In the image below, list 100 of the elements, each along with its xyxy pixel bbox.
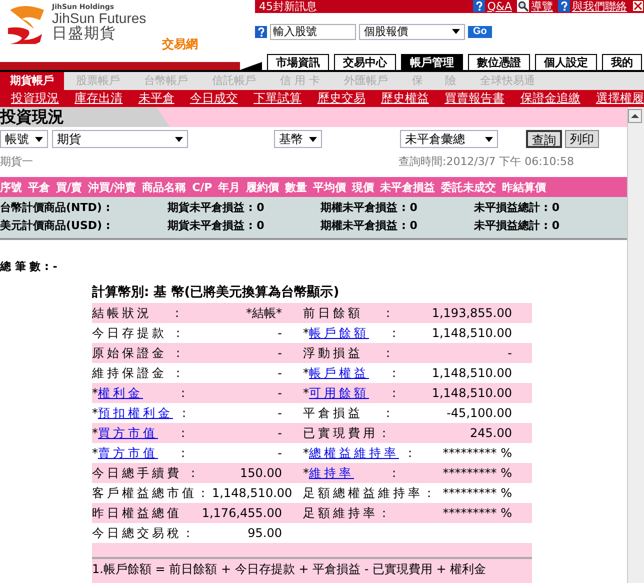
field-value: - bbox=[276, 386, 282, 400]
column-header: 商品名稱 bbox=[142, 180, 186, 194]
colon: : bbox=[180, 426, 186, 440]
column-header: 買/賣 bbox=[56, 180, 82, 194]
field-label: 足額總權益維持率： bbox=[303, 484, 438, 502]
colon: : bbox=[180, 446, 186, 460]
column-header: C/P bbox=[192, 180, 212, 194]
column-header: 沖買/沖賣 bbox=[88, 180, 136, 194]
field-value: *結帳* bbox=[245, 304, 282, 322]
field-value: 95.00 bbox=[246, 526, 282, 540]
account-tab[interactable]: 期貨帳戶 bbox=[0, 72, 64, 90]
colon: : bbox=[384, 306, 392, 320]
nav-tab[interactable]: 個人設定 bbox=[535, 54, 597, 70]
sub-nav-link[interactable]: 保證金追繳 bbox=[520, 90, 580, 107]
field-label: 浮動損益 bbox=[303, 344, 364, 362]
sub-nav-link[interactable]: 買賣報告書 bbox=[444, 90, 505, 107]
nav-tab[interactable]: 交易中心 bbox=[334, 54, 396, 70]
header-link[interactable]: 與我們聯絡 bbox=[572, 0, 627, 13]
column-header: 未平倉損益 bbox=[380, 180, 436, 194]
column-header: 昨結算價 bbox=[502, 180, 546, 194]
field-value: 1,148,510.00 bbox=[430, 366, 512, 380]
asterisk: * bbox=[303, 466, 309, 480]
field-link[interactable]: 帳戶權益 bbox=[309, 364, 383, 382]
field-value: ********* % bbox=[442, 466, 512, 480]
action-button[interactable]: 查詢 bbox=[526, 130, 562, 148]
asterisk: * bbox=[92, 426, 98, 440]
field-value: 1,176,455.00 bbox=[200, 506, 282, 520]
asterisk: * bbox=[92, 446, 98, 460]
nav-tab[interactable]: 我的 bbox=[602, 54, 642, 70]
action-button[interactable]: 列印 bbox=[565, 130, 599, 148]
asterisk: * bbox=[92, 406, 98, 420]
column-header: 現價 bbox=[352, 180, 374, 194]
field-link[interactable]: 總權益維持率 bbox=[309, 444, 399, 462]
field-label: 前日餘額 bbox=[303, 304, 364, 322]
colon: : bbox=[390, 326, 398, 340]
dropdown[interactable]: 帳號 bbox=[0, 130, 48, 148]
nav-tab[interactable]: 數位憑證 bbox=[468, 54, 530, 70]
record-count: 總 筆 數 : - bbox=[0, 259, 58, 275]
dropdown[interactable]: 期貨 bbox=[52, 130, 188, 148]
search-icon bbox=[517, 0, 529, 12]
currency-label: 台幣計價商品(NTD) : bbox=[0, 200, 112, 214]
scroll-up-icon bbox=[628, 109, 642, 123]
field-label: 足額維持率： bbox=[303, 504, 393, 522]
sub-nav-link[interactable]: 歷史權益 bbox=[380, 90, 429, 107]
field-link[interactable]: 可用餘額 bbox=[309, 384, 383, 402]
field-link[interactable]: 買方市值 bbox=[98, 424, 172, 442]
total-value: 未平損益總計 : 0 bbox=[474, 218, 561, 232]
nav-tab[interactable]: 帳戶管理 bbox=[401, 54, 463, 70]
caret-icon bbox=[35, 136, 43, 142]
colon: : bbox=[406, 446, 414, 460]
field-link[interactable]: 維持率 bbox=[309, 464, 383, 482]
header-link[interactable]: Q&A bbox=[487, 0, 512, 13]
sub-nav-link[interactable]: 庫存出清 bbox=[74, 90, 123, 107]
field-value: 1,148,510.00 bbox=[430, 326, 512, 340]
dropdown[interactable]: 未平倉彙總 bbox=[400, 130, 498, 148]
stock-input-field[interactable]: 輸入股號 bbox=[270, 24, 356, 40]
close-icon bbox=[632, 0, 644, 12]
field-value: - bbox=[276, 366, 282, 380]
sub-nav-link[interactable]: 投資現況 bbox=[11, 90, 59, 107]
field-value: 150.00 bbox=[239, 466, 282, 480]
query-time: 查詢時間:2012/3/7 下午 06:10:58 bbox=[398, 154, 574, 168]
colon: : bbox=[384, 406, 392, 420]
field-link[interactable]: 帳戶餘額 bbox=[309, 324, 383, 342]
note-text: 1.帳戶餘額 = 前日餘額 + 今日存提款 + 平倉損益 - 已實現費用 + 權利金 bbox=[92, 561, 488, 578]
sub-nav-link[interactable]: 歷史交易 bbox=[317, 90, 366, 107]
field-label: 已實現費用： bbox=[303, 424, 393, 442]
colon: : bbox=[390, 386, 398, 400]
field-value: ********* % bbox=[442, 486, 512, 500]
messages-link[interactable]: 45封新訊息 bbox=[259, 0, 317, 13]
caret-icon bbox=[485, 136, 493, 142]
field-label: 今日總手續費 bbox=[92, 464, 182, 482]
sub-nav-link[interactable]: 未平倉 bbox=[138, 90, 174, 107]
dropdown[interactable]: 個股報價 bbox=[359, 24, 465, 40]
company-name: 日盛期貨 bbox=[52, 26, 117, 42]
field-link[interactable]: 賣方市值 bbox=[98, 444, 172, 462]
total-value: 未平損益總計 : 0 bbox=[474, 200, 561, 214]
help-icon bbox=[558, 0, 570, 12]
sub-nav-link[interactable]: 下單試算 bbox=[254, 90, 302, 107]
caret-icon bbox=[452, 29, 460, 34]
scrollbar[interactable] bbox=[627, 107, 644, 583]
sub-nav-link[interactable]: 選擇權履 bbox=[596, 90, 644, 107]
column-header: 序號 bbox=[0, 180, 22, 194]
field-value: 1,148,510.00 bbox=[430, 386, 512, 400]
dropdown[interactable]: 基幣 bbox=[274, 130, 322, 148]
colon: : bbox=[180, 386, 186, 400]
column-header: 年月 bbox=[218, 180, 240, 194]
field-label: 客戶權益總市值： bbox=[92, 484, 212, 502]
colon: : bbox=[174, 366, 182, 380]
colon: : bbox=[180, 406, 188, 420]
asterisk: * bbox=[303, 446, 309, 460]
column-header: 平倉 bbox=[28, 180, 50, 194]
header-link[interactable]: 導覽 bbox=[531, 0, 553, 13]
sub-nav-link[interactable]: 今日成交 bbox=[190, 90, 238, 107]
caret-icon bbox=[309, 136, 317, 142]
column-header: 數量 bbox=[285, 180, 308, 194]
field-link[interactable]: 權利金 bbox=[98, 384, 172, 402]
logo-icon bbox=[6, 4, 46, 44]
field-link[interactable]: 預扣權利金 bbox=[98, 404, 173, 422]
nav-tab[interactable]: 市場資訊 bbox=[267, 54, 329, 70]
go-button[interactable]: Go bbox=[468, 26, 492, 38]
